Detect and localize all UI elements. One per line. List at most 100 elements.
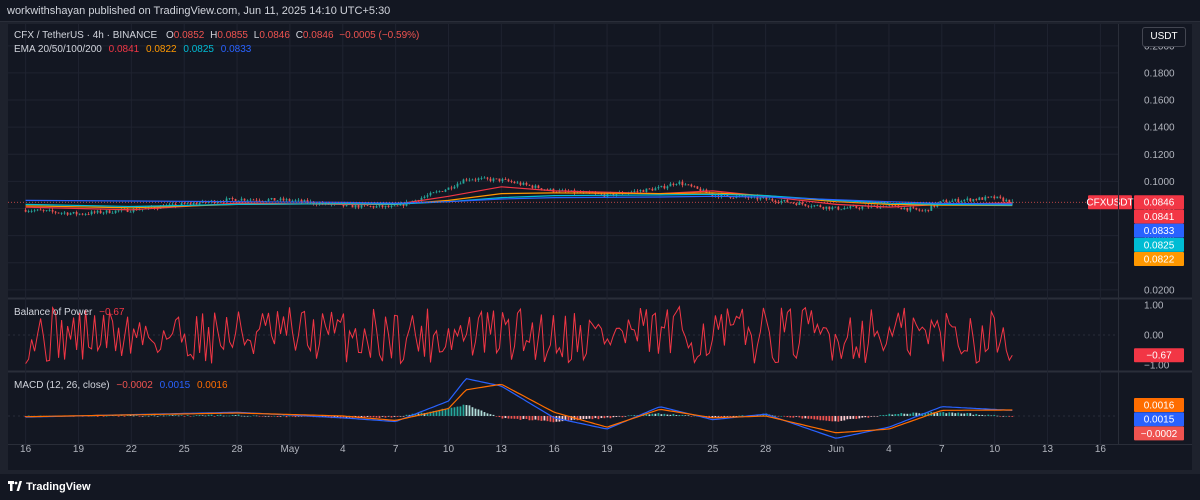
- candle: [240, 198, 243, 201]
- candle: [633, 190, 636, 192]
- open-value: 0.0852: [173, 30, 205, 41]
- macd-hist-bar: [813, 415, 816, 420]
- price-tick-label: 0.1600: [1144, 96, 1175, 107]
- macd-hist-bar: [663, 413, 666, 416]
- macd-hist-bar: [462, 404, 465, 416]
- macd-hist-bar: [1008, 415, 1011, 417]
- macd-hist-bar: [588, 415, 591, 419]
- bop-label: Balance of Power: [14, 307, 93, 318]
- macd-hist-bar: [816, 415, 819, 420]
- macd-hist-bar: [255, 415, 258, 417]
- candle: [432, 192, 435, 194]
- macd-hist-bar: [240, 415, 243, 417]
- ema-legend: EMA 20/50/100/200 0.0841 0.0822 0.0825 0…: [14, 44, 251, 55]
- price-tag-value: 0.0822: [1144, 255, 1175, 266]
- candle: [36, 209, 39, 211]
- ema200-value: 0.0833: [220, 44, 252, 55]
- macd-hist-bar: [486, 413, 489, 416]
- macd-hist-bar: [117, 415, 120, 417]
- candle: [990, 196, 993, 198]
- candle: [69, 213, 72, 215]
- candle: [270, 198, 273, 200]
- candle: [771, 198, 774, 201]
- macd-hist-bar: [993, 414, 996, 416]
- candle: [387, 205, 390, 207]
- price-legend: CFX / TetherUS · 4h · BINANCE O0.0852 H0…: [14, 30, 420, 41]
- macd-hist-bar: [738, 415, 741, 417]
- macd-hist-bar: [276, 415, 279, 417]
- macd-hist-bar: [507, 415, 510, 419]
- candle: [375, 206, 378, 208]
- candle: [642, 190, 645, 192]
- candle: [795, 203, 798, 205]
- currency-unit-button[interactable]: USDT: [1142, 27, 1186, 47]
- macd-hist-bar: [156, 415, 159, 417]
- candle: [792, 202, 795, 204]
- macd-hist-bar: [285, 415, 288, 418]
- macd-hist-bar: [990, 415, 993, 417]
- macd-hist-bar: [654, 413, 657, 416]
- macd-hist-bar: [894, 414, 897, 416]
- macd-hist-bar: [843, 415, 846, 421]
- macd-hist-bar: [399, 415, 402, 417]
- macd-hist-bar: [660, 414, 663, 416]
- candle: [798, 202, 801, 205]
- candle: [1005, 199, 1008, 202]
- candle: [285, 199, 288, 201]
- macd-hist-bar: [537, 415, 540, 421]
- tradingview-logo[interactable]: TradingView: [8, 481, 91, 493]
- macd-hist-bar: [234, 415, 237, 416]
- macd-hist-bar: [915, 412, 918, 416]
- candle: [816, 205, 819, 206]
- candle: [696, 186, 699, 189]
- time-tick-label: 13: [496, 444, 508, 455]
- macd-hist-bar: [948, 412, 951, 416]
- low-value: 0.0846: [259, 30, 290, 41]
- macd-hist-bar: [456, 406, 459, 416]
- macd-hist-bar: [165, 415, 168, 417]
- candle: [498, 178, 501, 182]
- candle: [435, 191, 438, 193]
- macd-hist-bar: [150, 415, 153, 416]
- macd-hist-bar: [690, 415, 693, 417]
- macd-hist-bar: [681, 414, 684, 416]
- macd-hist-bar: [252, 415, 255, 417]
- candle: [993, 196, 996, 199]
- candle: [24, 209, 27, 212]
- candle: [63, 212, 66, 214]
- chart-canvas[interactable]: 0.20000.18000.16000.14000.12000.10000.08…: [8, 24, 1192, 470]
- macd-hist-bar: [519, 415, 522, 420]
- macd-hist-bar: [858, 415, 861, 419]
- macd-hist-bar: [978, 414, 981, 416]
- macd-hist-bar: [912, 412, 915, 416]
- macd-hist-bar: [504, 415, 507, 419]
- macd-hist-bar: [402, 415, 405, 417]
- price-tick-label: 0.1000: [1144, 177, 1175, 188]
- price-tag-value: 0.0015: [1144, 415, 1175, 426]
- candle: [843, 208, 846, 210]
- publish-text: workwithshayan published on TradingView.…: [7, 5, 391, 17]
- macd-hist-bar: [891, 414, 894, 416]
- candle: [822, 207, 825, 209]
- candle: [189, 203, 192, 205]
- candle: [657, 187, 660, 189]
- candle: [984, 196, 987, 200]
- macd-hist-bar: [477, 409, 480, 416]
- candle: [972, 199, 975, 202]
- candle: [747, 197, 750, 199]
- candle: [444, 189, 447, 192]
- candle: [366, 205, 369, 207]
- candle: [81, 213, 84, 215]
- bop-tick-label: 1.00: [1144, 300, 1164, 311]
- signal-value: 0.0015: [159, 380, 191, 391]
- macd-hist-bar: [243, 415, 246, 417]
- macd-hist-bar: [810, 415, 813, 419]
- candle: [777, 202, 780, 203]
- macd-hist-bar: [828, 415, 831, 422]
- macd-hist-bar: [867, 415, 870, 418]
- candle: [474, 179, 477, 181]
- candle: [930, 205, 933, 211]
- chart-area[interactable]: 0.20000.18000.16000.14000.12000.10000.08…: [8, 24, 1192, 470]
- candle: [291, 200, 294, 202]
- macd-hist-bar: [450, 407, 453, 416]
